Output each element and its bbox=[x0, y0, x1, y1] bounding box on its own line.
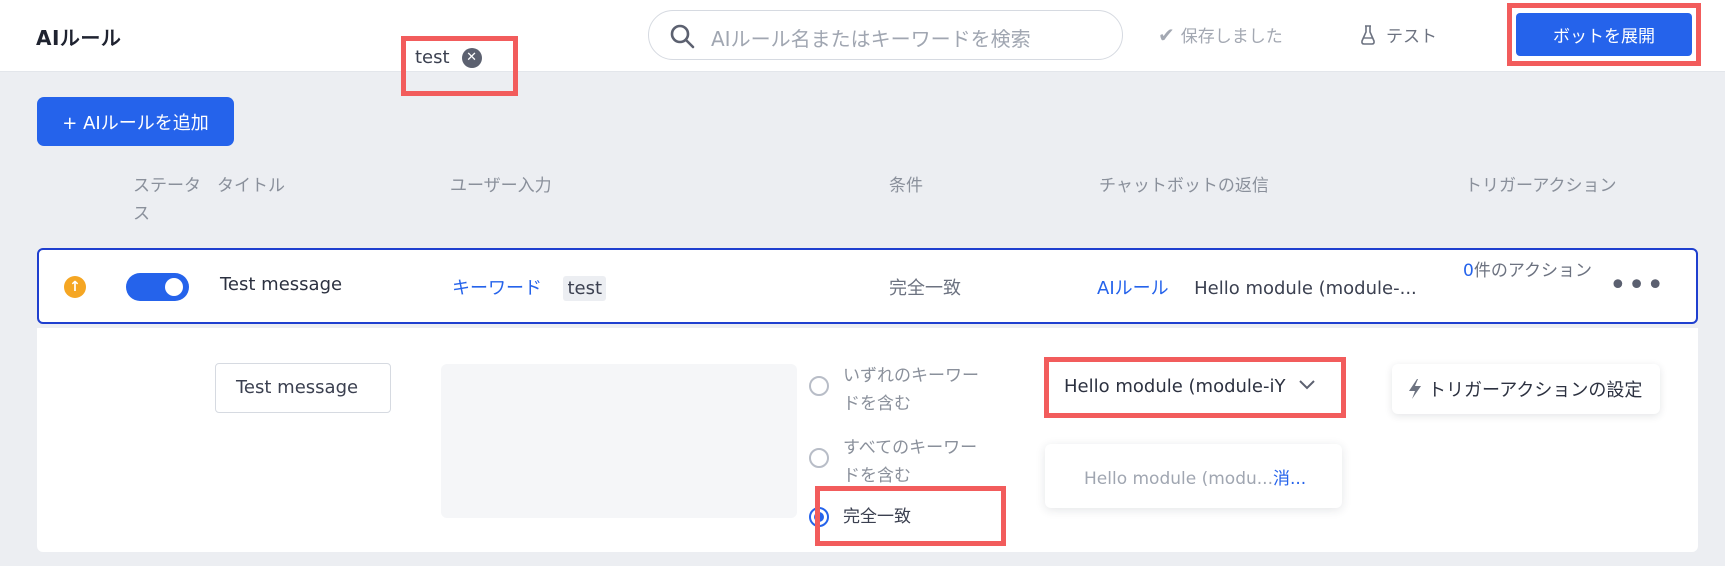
trigger-action-count[interactable]: 0件のアクション bbox=[1463, 258, 1603, 285]
column-header-status: ステータス bbox=[133, 176, 201, 224]
dropdown-option-label: Hello module (modu... bbox=[1084, 469, 1273, 489]
column-header-user-input: ユーザー入力 bbox=[450, 176, 552, 196]
match-option-label: すべてのキーワードを含む bbox=[843, 438, 978, 486]
chevron-down-icon[interactable] bbox=[1298, 376, 1316, 394]
action-count: 0 bbox=[1463, 261, 1474, 281]
top-bar: AIルール AIルール名またはキーワードを検索 ✔ 保存しました テスト ボット… bbox=[0, 0, 1725, 72]
reply-dropdown: Hello module (modu...消... bbox=[1045, 444, 1342, 508]
rule-title: Test message bbox=[220, 274, 343, 295]
rule-condition: 完全一致 bbox=[889, 278, 961, 299]
dropdown-option-action[interactable]: 消... bbox=[1273, 469, 1306, 489]
keyword-chip: test bbox=[563, 276, 607, 301]
column-header-bot-reply: チャットボットの返信 bbox=[1099, 176, 1269, 196]
match-option-all[interactable]: すべてのキーワードを含む bbox=[809, 434, 983, 490]
action-suffix: 件のアクション bbox=[1473, 261, 1592, 281]
rule-user-input: キーワード test bbox=[452, 274, 607, 301]
rule-reply: AIルール Hello module (module-... bbox=[1097, 274, 1417, 300]
search-icon bbox=[670, 24, 695, 49]
column-header-title: タイトル bbox=[217, 176, 285, 196]
reply-select[interactable]: Hello module (module-iY bbox=[1053, 366, 1337, 410]
add-ai-rule-button[interactable]: + AIルールを追加 bbox=[37, 97, 234, 146]
check-icon: ✔ bbox=[1158, 22, 1175, 47]
toggle-knob bbox=[165, 278, 183, 296]
saved-label: 保存しました bbox=[1180, 27, 1283, 47]
status-toggle[interactable] bbox=[126, 273, 189, 301]
page-title: AIルール bbox=[36, 26, 122, 50]
trigger-action-label: トリガーアクションの設定 bbox=[1428, 380, 1643, 401]
reply-text: Hello module (module-... bbox=[1194, 278, 1417, 299]
rule-row[interactable]: ↑ Test message キーワード test 完全一致 AIルール Hel… bbox=[37, 248, 1698, 324]
input-type-link[interactable]: キーワード bbox=[452, 278, 542, 299]
match-option-any[interactable]: いずれのキーワードを含む bbox=[809, 362, 983, 418]
exact-match-highlight-box bbox=[815, 486, 1006, 546]
deploy-bot-button[interactable]: ボットを展開 bbox=[1516, 13, 1692, 56]
test-button[interactable]: テスト bbox=[1360, 22, 1437, 47]
dropdown-option[interactable]: Hello module (modu...消... bbox=[1084, 464, 1306, 489]
keyword-tag-label: test bbox=[415, 47, 450, 68]
reply-type-link[interactable]: AIルール bbox=[1097, 278, 1169, 299]
warning-icon: ↑ bbox=[64, 276, 86, 298]
match-option-label: いずれのキーワードを含む bbox=[843, 366, 979, 414]
saved-status: ✔ 保存しました bbox=[1158, 22, 1283, 48]
radio-button[interactable] bbox=[809, 448, 829, 468]
search-placeholder: AIルール名またはキーワードを検索 bbox=[711, 27, 1031, 51]
title-field[interactable]: Test message bbox=[215, 363, 391, 413]
search-input[interactable]: AIルール名またはキーワードを検索 bbox=[648, 10, 1123, 60]
lightning-icon bbox=[1409, 379, 1421, 399]
column-header-condition: 条件 bbox=[889, 176, 923, 196]
keyword-input-area[interactable] bbox=[441, 364, 797, 518]
column-header-trigger-action: トリガーアクション bbox=[1465, 176, 1617, 196]
set-trigger-action-button[interactable]: トリガーアクションの設定 bbox=[1392, 364, 1660, 414]
radio-button[interactable] bbox=[809, 376, 829, 396]
more-options-icon[interactable]: ••• bbox=[1609, 268, 1665, 303]
keyword-tag: test ✕ bbox=[415, 47, 482, 68]
test-label: テスト bbox=[1386, 27, 1437, 47]
remove-tag-icon[interactable]: ✕ bbox=[461, 47, 482, 68]
flask-icon bbox=[1361, 24, 1375, 45]
